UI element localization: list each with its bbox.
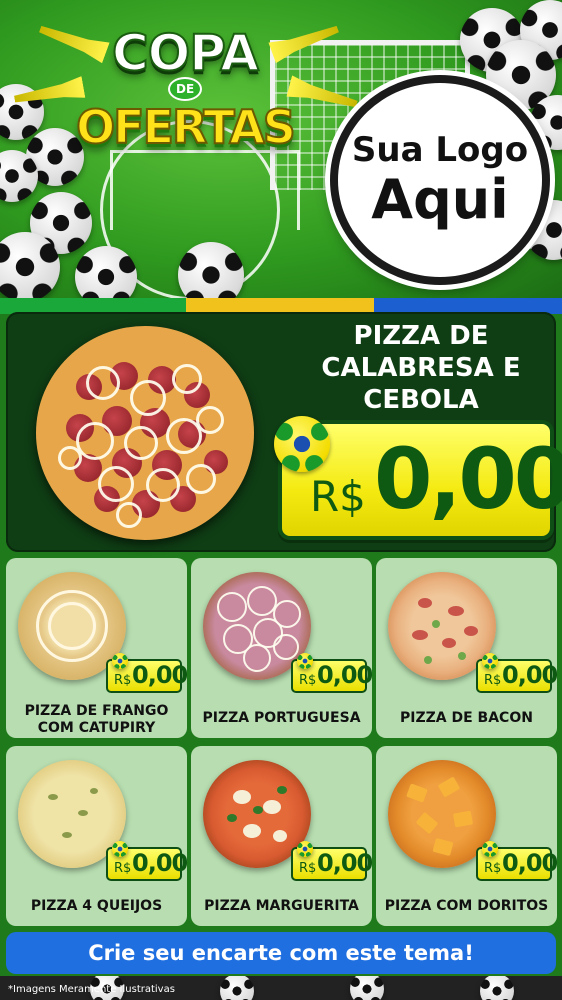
product-card[interactable]: R$ 0,00 PIZZA 4 QUEIJOS bbox=[6, 746, 188, 926]
product-price-tag: R$ 0,00 bbox=[291, 841, 373, 881]
product-price-tag: R$ 0,00 bbox=[476, 653, 558, 693]
product-card[interactable]: R$ 0,00 PIZZA DE FRANGO COM CATUPIRY bbox=[6, 558, 188, 738]
product-price-tag: R$ 0,00 bbox=[291, 653, 373, 693]
product-price-currency: R$ bbox=[484, 861, 502, 876]
product-name: PIZZA PORTUGUESA bbox=[202, 710, 361, 726]
logo-placeholder[interactable]: Sua Logo Aqui bbox=[330, 75, 550, 285]
product-price-currency: R$ bbox=[299, 673, 317, 688]
title-copa: COPA bbox=[111, 24, 260, 82]
product-name: PIZZA MARGUERITA bbox=[204, 898, 359, 914]
brazil-ball-icon bbox=[297, 841, 313, 857]
product-price-value: 0,00 bbox=[317, 849, 373, 877]
product-price-value: 0,00 bbox=[317, 661, 373, 689]
product-name: PIZZA COM DORITOS bbox=[384, 898, 549, 914]
brazil-ball-icon bbox=[112, 841, 128, 857]
logo-line2: Aqui bbox=[371, 168, 509, 231]
product-name: PIZZA 4 QUEIJOS bbox=[30, 898, 163, 914]
brazil-ball-icon bbox=[274, 416, 330, 472]
featured-price-value: 0,00 bbox=[374, 430, 562, 528]
product-price-value: 0,00 bbox=[502, 849, 558, 877]
brazil-ball-icon bbox=[297, 653, 313, 669]
title-de: DE bbox=[168, 77, 203, 101]
soccer-ball-icon bbox=[480, 976, 514, 1000]
product-price-tag: R$ 0,00 bbox=[106, 653, 188, 693]
soccer-ball-icon bbox=[220, 976, 254, 1000]
product-card[interactable]: R$ 0,00 PIZZA MARGUERITA bbox=[191, 746, 373, 926]
product-price-currency: R$ bbox=[484, 673, 502, 688]
featured-product[interactable]: PIZZA DE CALABRESA E CEBOLA R$ 0,00 bbox=[6, 312, 562, 552]
logo-line1: Sua Logo bbox=[351, 130, 529, 170]
header-banner: COPA DE OFERTAS Sua Logo Aqui bbox=[0, 0, 562, 298]
product-price-value: 0,00 bbox=[132, 849, 188, 877]
create-flyer-button[interactable]: Crie seu encarte com este tema! bbox=[6, 932, 556, 974]
product-price-currency: R$ bbox=[299, 861, 317, 876]
calabresa-pizza-image bbox=[36, 326, 254, 540]
product-name: PIZZA DE BACON bbox=[400, 710, 533, 726]
featured-product-name: PIZZA DE CALABRESA E CEBOLA bbox=[321, 321, 521, 415]
disclaimer-text: *Imagens Meramente Ilustrativas bbox=[8, 984, 175, 995]
product-price-currency: R$ bbox=[114, 861, 132, 876]
title-ofertas: OFERTAS bbox=[75, 100, 297, 154]
product-price-value: 0,00 bbox=[132, 661, 188, 689]
product-card[interactable]: R$ 0,00 PIZZA COM DORITOS bbox=[376, 746, 558, 926]
campaign-title: COPA DE OFERTAS bbox=[60, 24, 310, 175]
soccer-ball-icon bbox=[350, 976, 384, 1000]
product-price-tag: R$ 0,00 bbox=[476, 841, 558, 881]
product-card[interactable]: R$ 0,00 PIZZA PORTUGUESA bbox=[191, 558, 373, 738]
brazil-ball-icon bbox=[482, 841, 498, 857]
product-card[interactable]: R$ 0,00 PIZZA DE BACON bbox=[376, 558, 558, 738]
flyer-page: COPA DE OFERTAS Sua Logo Aqui PIZZA DE C… bbox=[0, 0, 562, 1000]
product-name: PIZZA DE FRANGO COM CATUPIRY bbox=[24, 703, 169, 736]
brazil-ball-icon bbox=[482, 653, 498, 669]
product-price-tag: R$ 0,00 bbox=[106, 841, 188, 881]
featured-price-currency: R$ bbox=[310, 472, 366, 521]
brazil-ball-icon bbox=[112, 653, 128, 669]
product-price-currency: R$ bbox=[114, 673, 132, 688]
product-price-value: 0,00 bbox=[502, 661, 558, 689]
